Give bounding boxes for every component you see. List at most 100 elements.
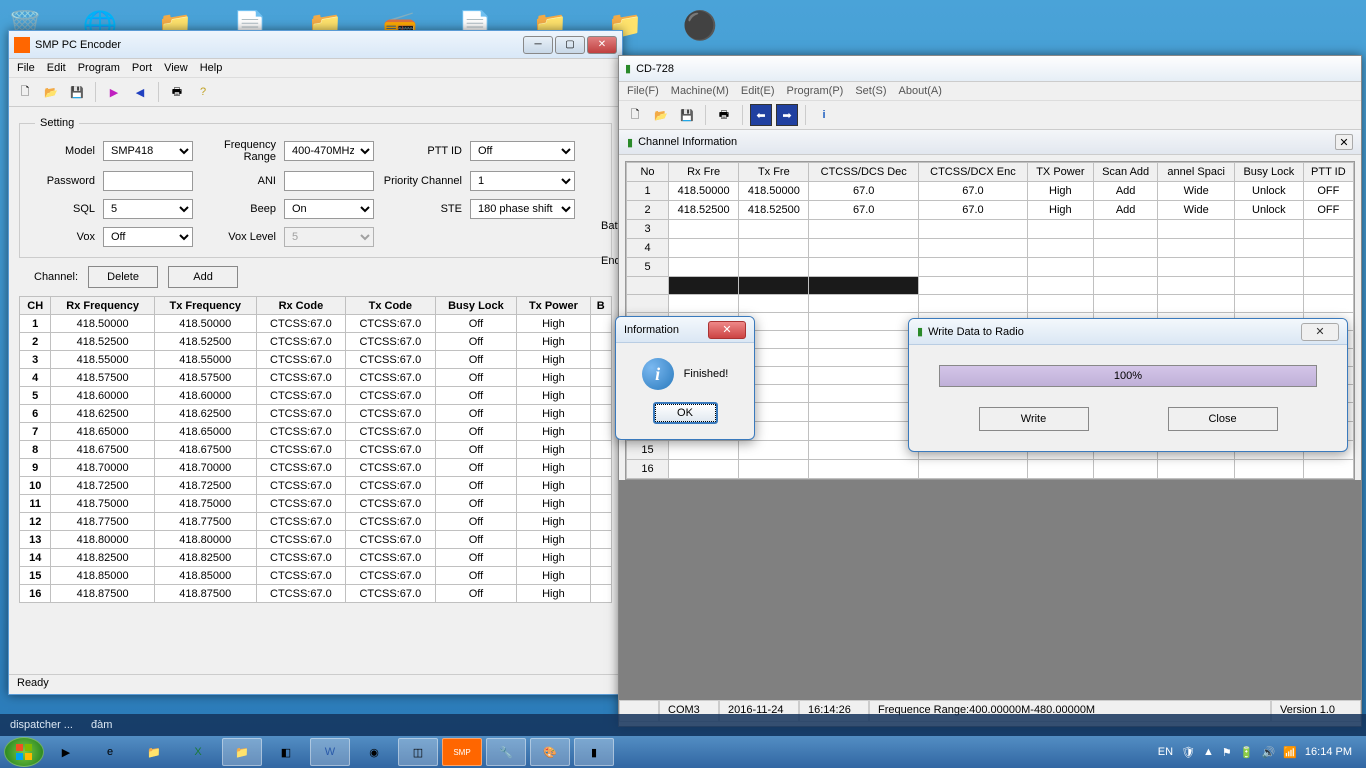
smp-channel-table[interactable]: CHRx FrequencyTx FrequencyRx CodeTx Code… [19, 296, 612, 603]
task-smp-icon[interactable]: SMP [442, 738, 482, 766]
write-icon[interactable]: ◀ [129, 81, 151, 103]
table-row[interactable]: 4 [627, 239, 1354, 258]
task-radio-icon[interactable]: ▮ [574, 738, 614, 766]
menu-port[interactable]: Port [132, 62, 152, 74]
battery-icon[interactable]: 🔋 [1240, 746, 1254, 759]
task-ie-icon[interactable]: e [90, 738, 130, 766]
close-button[interactable]: ✕ [587, 36, 617, 54]
col-header[interactable]: Rx Code [256, 297, 345, 315]
beep-select[interactable]: On [284, 199, 374, 219]
col-header[interactable]: Busy Lock [1234, 163, 1303, 182]
table-row[interactable]: 12418.77500418.77500CTCSS:67.0CTCSS:67.0… [20, 513, 612, 531]
table-row[interactable]: 5 [627, 258, 1354, 277]
menu-about[interactable]: About(A) [899, 85, 942, 97]
menu-help[interactable]: Help [200, 62, 223, 74]
open-icon[interactable]: 📂 [40, 81, 62, 103]
menu-edit[interactable]: Edit(E) [741, 85, 775, 97]
print-icon[interactable]: 🖶 [713, 104, 735, 126]
menu-view[interactable]: View [164, 62, 188, 74]
system-tray[interactable]: EN 🛡 ▲ ⚑ 🔋 🔊 📶 16:14 PM [1158, 746, 1362, 759]
task-app-icon[interactable]: 🔧 [486, 738, 526, 766]
table-row[interactable]: 2418.52500418.52500CTCSS:67.0CTCSS:67.0O… [20, 333, 612, 351]
delete-button[interactable]: Delete [88, 266, 158, 288]
table-row[interactable]: 6418.62500418.62500CTCSS:67.0CTCSS:67.0O… [20, 405, 612, 423]
task-app-icon[interactable]: ◧ [266, 738, 306, 766]
col-header[interactable]: Tx Code [346, 297, 435, 315]
task-chrome-icon[interactable]: ◉ [354, 738, 394, 766]
table-row[interactable]: 13418.80000418.80000CTCSS:67.0CTCSS:67.0… [20, 531, 612, 549]
panel-close-button[interactable]: ✕ [1335, 134, 1353, 150]
lang-indicator[interactable]: EN [1158, 746, 1173, 758]
col-header[interactable]: Tx Fre [739, 163, 809, 182]
sql-select[interactable]: 5 [103, 199, 193, 219]
table-row[interactable]: 2418.52500418.5250067.067.0HighAddWideUn… [627, 201, 1354, 220]
cd-titlebar[interactable]: ▮ CD-728 [619, 56, 1361, 82]
table-row[interactable]: 7418.65000418.65000CTCSS:67.0CTCSS:67.0O… [20, 423, 612, 441]
menu-edit[interactable]: Edit [47, 62, 66, 74]
table-row[interactable]: 4418.57500418.57500CTCSS:67.0CTCSS:67.0O… [20, 369, 612, 387]
col-header[interactable]: CH [20, 297, 51, 315]
task-app-icon[interactable]: ◫ [398, 738, 438, 766]
add-button[interactable]: Add [168, 266, 238, 288]
priority-select[interactable]: 1 [470, 171, 575, 191]
ste-select[interactable]: 180 phase shift [470, 199, 575, 219]
smp-titlebar[interactable]: SMP PC Encoder ─ ▢ ✕ [9, 31, 622, 59]
col-header[interactable]: CTCSS/DCX Enc [919, 163, 1028, 182]
close-button[interactable]: ✕ [1301, 323, 1339, 341]
freqrange-select[interactable]: 400-470MHz [284, 141, 374, 161]
table-row[interactable]: 8418.67500418.67500CTCSS:67.0CTCSS:67.0O… [20, 441, 612, 459]
password-input[interactable] [103, 171, 193, 191]
security-icon[interactable]: 🛡 [1181, 746, 1195, 759]
table-row[interactable]: 5418.60000418.60000CTCSS:67.0CTCSS:67.0O… [20, 387, 612, 405]
task-app-icon[interactable]: ▶ [46, 738, 86, 766]
task-excel-icon[interactable]: X [178, 738, 218, 766]
menu-program[interactable]: Program(P) [786, 85, 843, 97]
task-folder-icon[interactable]: 📁 [222, 738, 262, 766]
table-row[interactable]: 16 [627, 460, 1354, 479]
menu-machine[interactable]: Machine(M) [671, 85, 729, 97]
ok-button[interactable]: OK [653, 402, 718, 424]
table-row[interactable]: 3418.55000418.55000CTCSS:67.0CTCSS:67.0O… [20, 351, 612, 369]
table-row[interactable] [627, 277, 1354, 295]
app-icon[interactable]: ⚫ [680, 5, 720, 45]
dialog-titlebar[interactable]: ▮ Write Data to Radio ✕ [909, 319, 1347, 345]
write-button[interactable]: Write [979, 407, 1089, 431]
table-row[interactable]: 1418.50000418.5000067.067.0HighAddWideUn… [627, 182, 1354, 201]
save-icon[interactable]: 💾 [66, 81, 88, 103]
save-icon[interactable]: 💾 [676, 104, 698, 126]
col-header[interactable]: Busy Lock [435, 297, 517, 315]
chevron-up-icon[interactable]: ▲ [1203, 746, 1214, 758]
task-paint-icon[interactable]: 🎨 [530, 738, 570, 766]
flag-icon[interactable]: ⚑ [1222, 746, 1232, 759]
col-header[interactable]: Rx Fre [669, 163, 739, 182]
col-header[interactable]: Scan Add [1093, 163, 1158, 182]
table-row[interactable]: 3 [627, 220, 1354, 239]
maximize-button[interactable]: ▢ [555, 36, 585, 54]
table-row[interactable] [627, 295, 1354, 313]
menu-set[interactable]: Set(S) [855, 85, 886, 97]
vox-select[interactable]: Off [103, 227, 193, 247]
menu-file[interactable]: File [17, 62, 35, 74]
close-button[interactable]: Close [1168, 407, 1278, 431]
info-icon[interactable]: i [813, 104, 835, 126]
new-icon[interactable]: 🗋 [14, 81, 36, 103]
close-button[interactable]: ✕ [708, 321, 746, 339]
minimize-button[interactable]: ─ [523, 36, 553, 54]
clock[interactable]: 16:14 PM [1305, 746, 1352, 758]
task-item[interactable]: dispatcher ... [4, 717, 79, 733]
start-button[interactable] [4, 737, 44, 767]
col-header[interactable]: Tx Power [517, 297, 590, 315]
open-icon[interactable]: 📂 [650, 104, 672, 126]
task-explorer-icon[interactable]: 📁 [134, 738, 174, 766]
read-icon[interactable]: ▶ [103, 81, 125, 103]
dialog-titlebar[interactable]: Information ✕ [616, 317, 754, 343]
new-icon[interactable]: 🗋 [624, 104, 646, 126]
task-word-icon[interactable]: W [310, 738, 350, 766]
table-row[interactable]: 16418.87500418.87500CTCSS:67.0CTCSS:67.0… [20, 585, 612, 603]
model-select[interactable]: SMP418 [103, 141, 193, 161]
col-header[interactable]: TX Power [1027, 163, 1093, 182]
table-row[interactable]: 14418.82500418.82500CTCSS:67.0CTCSS:67.0… [20, 549, 612, 567]
col-header[interactable]: No [627, 163, 669, 182]
ani-input[interactable] [284, 171, 374, 191]
table-row[interactable]: 11418.75000418.75000CTCSS:67.0CTCSS:67.0… [20, 495, 612, 513]
